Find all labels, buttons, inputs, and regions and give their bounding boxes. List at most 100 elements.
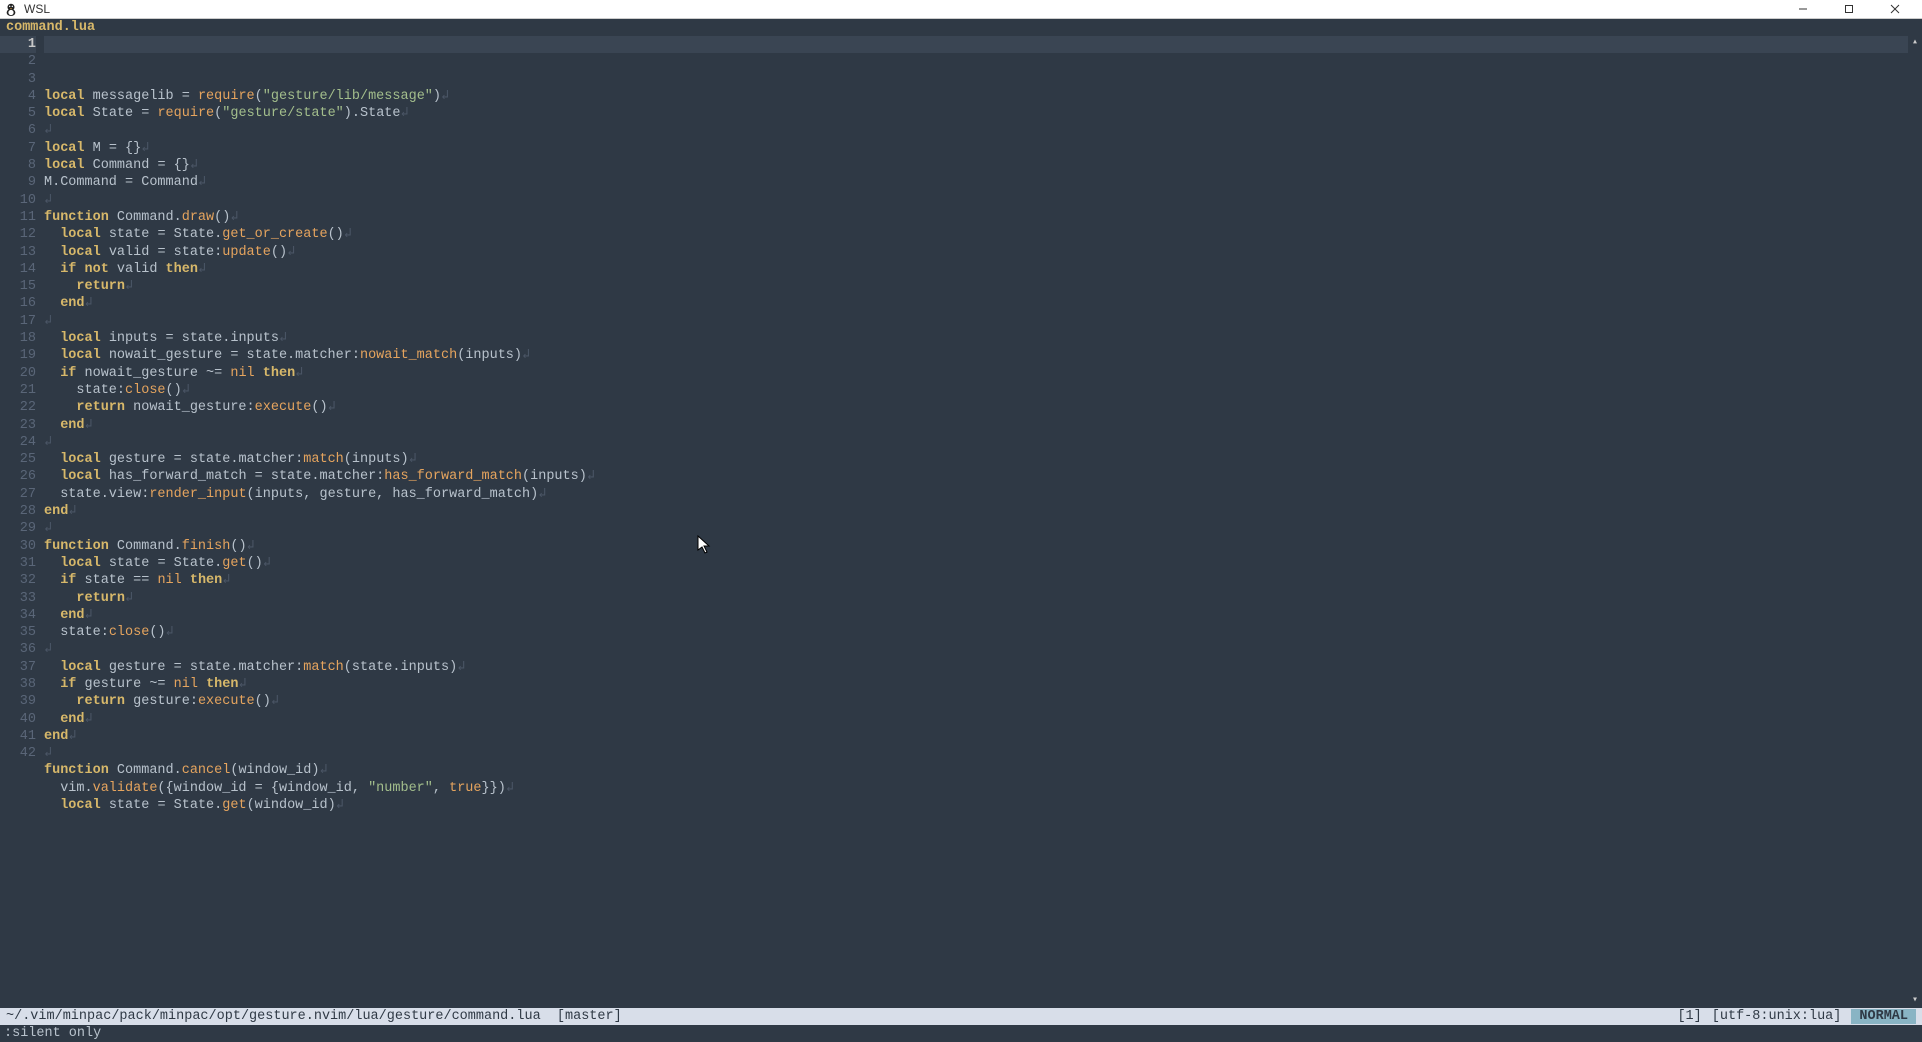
- code-line[interactable]: if nowait_gesture ~= nil then↲: [44, 365, 1908, 382]
- line-number: 20: [0, 365, 36, 382]
- code-line[interactable]: local M = {}↲: [44, 140, 1908, 157]
- line-number: 25: [0, 451, 36, 468]
- scroll-down-icon[interactable]: ▾: [1908, 994, 1922, 1008]
- window-title: WSL: [24, 2, 1780, 16]
- line-number: 36: [0, 641, 36, 658]
- code-line[interactable]: ↲: [44, 192, 1908, 209]
- code-line[interactable]: return gesture:execute()↲: [44, 693, 1908, 710]
- status-mode: NORMAL: [1851, 1009, 1916, 1024]
- code-line[interactable]: local gesture = state.matcher:match(inpu…: [44, 451, 1908, 468]
- code-line[interactable]: end↲: [44, 295, 1908, 312]
- window-titlebar: WSL: [0, 0, 1922, 19]
- line-number: 16: [0, 295, 36, 312]
- code-line[interactable]: if gesture ~= nil then↲: [44, 676, 1908, 693]
- code-line[interactable]: local State = require("gesture/state").S…: [44, 105, 1908, 122]
- line-number: 42: [0, 745, 36, 762]
- line-number: 3: [0, 71, 36, 88]
- code-line[interactable]: M.Command = Command↲: [44, 174, 1908, 191]
- code-line[interactable]: if not valid then↲: [44, 261, 1908, 278]
- line-number: 28: [0, 503, 36, 520]
- editor: command.lua 1234567891011121314151617181…: [0, 19, 1922, 1042]
- line-number: 18: [0, 330, 36, 347]
- line-number: 7: [0, 140, 36, 157]
- code-line[interactable]: local has_forward_match = state.matcher:…: [44, 468, 1908, 485]
- code-line[interactable]: state:close()↲: [44, 382, 1908, 399]
- code-line[interactable]: local state = State.get_or_create()↲: [44, 226, 1908, 243]
- code-line[interactable]: if state == nil then↲: [44, 572, 1908, 589]
- line-number: 33: [0, 590, 36, 607]
- code-line[interactable]: function Command.finish()↲: [44, 538, 1908, 555]
- code-line[interactable]: local messagelib = require("gesture/lib/…: [44, 88, 1908, 105]
- code-line[interactable]: function Command.cancel(window_id)↲: [44, 762, 1908, 779]
- line-number: 13: [0, 244, 36, 261]
- line-number: 14: [0, 261, 36, 278]
- code-line[interactable]: ↲: [44, 641, 1908, 658]
- code-line[interactable]: ↲: [44, 313, 1908, 330]
- close-button[interactable]: [1872, 0, 1918, 19]
- code-line[interactable]: ↲: [44, 122, 1908, 139]
- line-number: 22: [0, 399, 36, 416]
- line-number: 30: [0, 538, 36, 555]
- line-number: 11: [0, 209, 36, 226]
- code-line[interactable]: end↲: [44, 607, 1908, 624]
- line-number: 2: [0, 53, 36, 70]
- code-line[interactable]: vim.validate({window_id = {window_id, "n…: [44, 780, 1908, 797]
- line-number: 6: [0, 122, 36, 139]
- maximize-button[interactable]: [1826, 0, 1872, 19]
- code-line[interactable]: local valid = state:update()↲: [44, 244, 1908, 261]
- code-area[interactable]: 1234567891011121314151617181920212223242…: [0, 36, 1922, 1008]
- line-number: 26: [0, 468, 36, 485]
- line-number: 37: [0, 659, 36, 676]
- code-line[interactable]: local inputs = state.inputs↲: [44, 330, 1908, 347]
- statusline: ~/.vim/minpac/pack/minpac/opt/gesture.nv…: [0, 1008, 1922, 1025]
- line-number: 15: [0, 278, 36, 295]
- line-number: 1: [0, 36, 36, 53]
- scrollbar[interactable]: ▴ ▾: [1908, 36, 1922, 1008]
- code-line[interactable]: ↲: [44, 434, 1908, 451]
- line-number: 9: [0, 174, 36, 191]
- code-line[interactable]: end↲: [44, 711, 1908, 728]
- line-number: 31: [0, 555, 36, 572]
- code-line[interactable]: return↲: [44, 278, 1908, 295]
- line-number: 5: [0, 105, 36, 122]
- minimize-button[interactable]: [1780, 0, 1826, 19]
- code-line[interactable]: ↲: [44, 745, 1908, 762]
- line-number: 32: [0, 572, 36, 589]
- code-line[interactable]: end↲: [44, 503, 1908, 520]
- code-line[interactable]: local nowait_gesture = state.matcher:now…: [44, 347, 1908, 364]
- code-line[interactable]: end↲: [44, 728, 1908, 745]
- line-number: 41: [0, 728, 36, 745]
- line-number: 29: [0, 520, 36, 537]
- code-line[interactable]: local gesture = state.matcher:match(stat…: [44, 659, 1908, 676]
- line-number: 34: [0, 607, 36, 624]
- code-line[interactable]: return nowait_gesture:execute()↲: [44, 399, 1908, 416]
- status-position: [1]: [1677, 1009, 1701, 1024]
- line-number: 27: [0, 486, 36, 503]
- line-number: 21: [0, 382, 36, 399]
- code-line[interactable]: end↲: [44, 417, 1908, 434]
- scroll-up-icon[interactable]: ▴: [1908, 36, 1922, 50]
- line-number: 8: [0, 157, 36, 174]
- code-content[interactable]: local messagelib = require("gesture/lib/…: [44, 36, 1908, 1008]
- line-number-gutter: 1234567891011121314151617181920212223242…: [0, 36, 44, 1008]
- code-line[interactable]: return↲: [44, 590, 1908, 607]
- code-line[interactable]: function Command.draw()↲: [44, 209, 1908, 226]
- line-number: 23: [0, 417, 36, 434]
- app-icon: [4, 2, 18, 16]
- code-line[interactable]: state:close()↲: [44, 624, 1908, 641]
- status-encoding: [utf-8:unix:lua]: [1712, 1009, 1842, 1024]
- line-number: 19: [0, 347, 36, 364]
- code-line[interactable]: ↲: [44, 520, 1908, 537]
- command-line[interactable]: :silent only: [0, 1025, 1922, 1042]
- window-controls: [1780, 0, 1918, 19]
- buffer-tab[interactable]: command.lua: [0, 19, 1922, 36]
- code-line[interactable]: state.view:render_input(inputs, gesture,…: [44, 486, 1908, 503]
- line-number: 17: [0, 313, 36, 330]
- line-number: 38: [0, 676, 36, 693]
- line-number: 40: [0, 711, 36, 728]
- line-number: 24: [0, 434, 36, 451]
- code-line[interactable]: local state = State.get(window_id)↲: [44, 797, 1908, 814]
- line-number: 4: [0, 88, 36, 105]
- code-line[interactable]: local Command = {}↲: [44, 157, 1908, 174]
- code-line[interactable]: local state = State.get()↲: [44, 555, 1908, 572]
